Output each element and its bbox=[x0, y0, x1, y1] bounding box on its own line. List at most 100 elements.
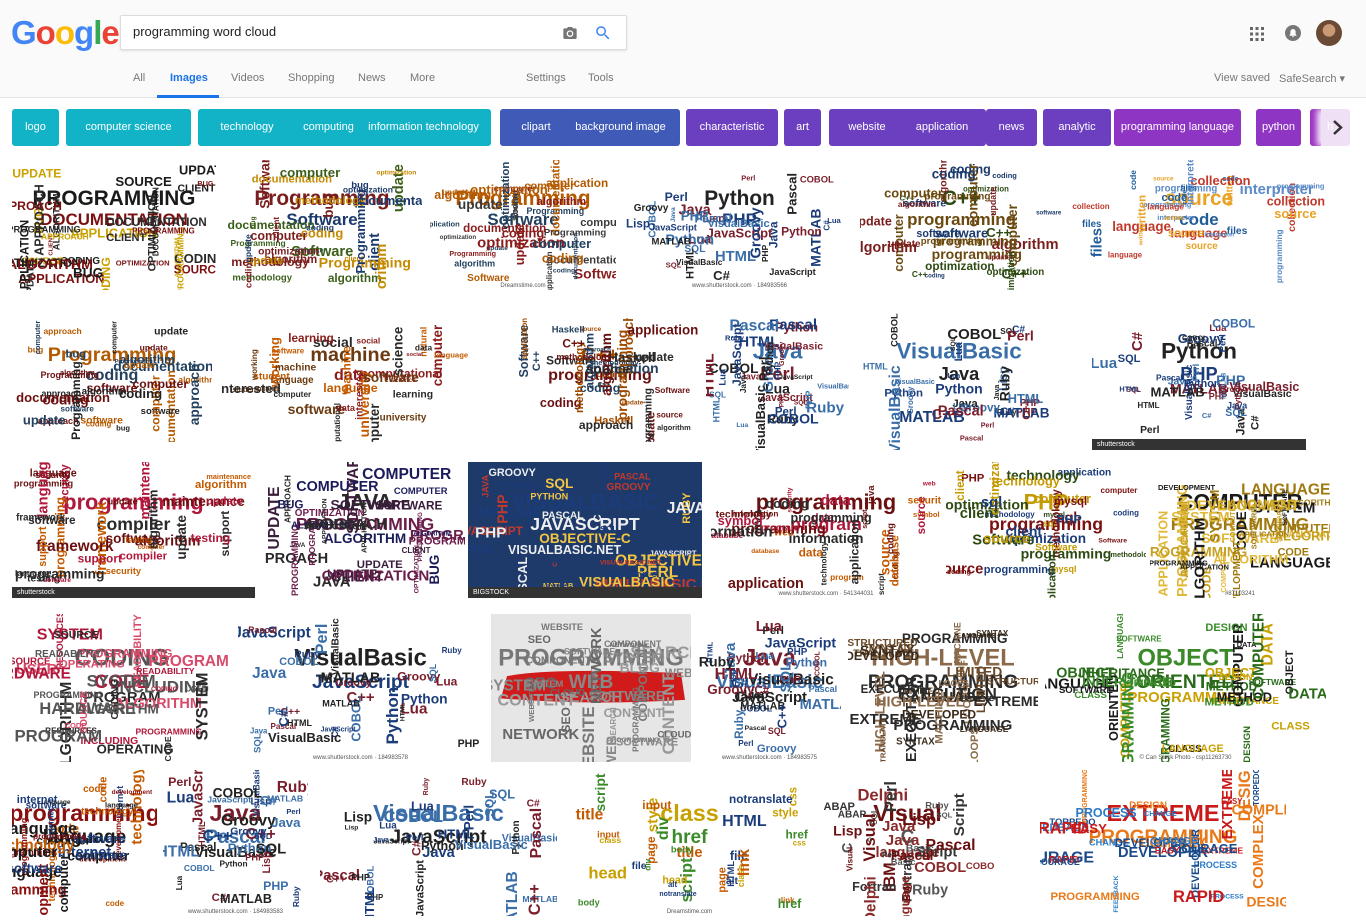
chips-scroll-right-button[interactable] bbox=[1321, 109, 1354, 146]
search-input[interactable] bbox=[133, 24, 533, 39]
word-cloud-word: CLASS bbox=[1271, 721, 1310, 733]
image-result-word-cloud[interactable]: programming compiler software algorithm secu… bbox=[12, 462, 255, 598]
word-cloud-word: DATA bbox=[1288, 686, 1326, 702]
word-cloud-word: Ruby bbox=[806, 400, 845, 417]
word-cloud-word: methodology bbox=[574, 341, 586, 413]
word-cloud-word: Lua bbox=[436, 674, 458, 688]
word-cloud-word: COMPLEX bbox=[1250, 814, 1267, 889]
word-cloud-word: PHP bbox=[778, 393, 785, 407]
image-result-word-cloud[interactable]: VisualBasic JavaScript C++ Java PHP Python Pas… bbox=[238, 614, 483, 762]
tools-link[interactable]: Tools bbox=[588, 72, 614, 84]
word-cloud-word: SQL bbox=[666, 261, 682, 270]
settings-link[interactable]: Settings bbox=[526, 72, 566, 84]
tab-news[interactable]: News bbox=[358, 72, 386, 84]
tab-all[interactable]: All bbox=[133, 72, 145, 84]
chip-background-image[interactable]: background image bbox=[561, 109, 680, 146]
word-cloud-word: Java bbox=[767, 221, 781, 248]
word-cloud-word: written bbox=[1163, 215, 1185, 222]
image-result-word-cloud[interactable]: Python PHP JavaScript Java VisualBasic MATLAB… bbox=[625, 160, 854, 290]
image-result-word-cloud[interactable]: Programming coding software computer algorit… bbox=[12, 318, 212, 442]
notifications-icon[interactable] bbox=[1285, 25, 1301, 41]
chip-art[interactable]: art bbox=[784, 109, 821, 146]
image-result-word-cloud[interactable]: Programming Software coding documentation al… bbox=[222, 160, 422, 290]
word-cloud-word: ALGORITHM bbox=[77, 701, 159, 716]
logo-letter: g bbox=[74, 14, 94, 51]
image-result-word-cloud[interactable]: CODING CODE PROGRAM PROGRAMMING SYSTEM SOURCE… bbox=[12, 614, 232, 762]
word-cloud-word: computer bbox=[133, 377, 189, 391]
word-cloud-word: coding bbox=[553, 267, 575, 274]
related-chips: logo computer science technology computing i… bbox=[12, 109, 1366, 146]
avatar[interactable] bbox=[1316, 20, 1342, 46]
chip-website[interactable]: website bbox=[829, 109, 905, 146]
image-result-word-cloud[interactable]: VISUALBASIC JAVASCRIPT OBJECTIVE-C VISUALBA… bbox=[468, 462, 702, 598]
logo-letter: G bbox=[11, 14, 37, 51]
tab-more[interactable]: More bbox=[410, 72, 435, 84]
image-result-word-cloud[interactable]: PHP programming optimization mysql sql method… bbox=[946, 462, 1146, 598]
chip-news[interactable]: news bbox=[986, 109, 1037, 146]
word-cloud-word: update bbox=[140, 342, 168, 352]
word-cloud-word: computer bbox=[532, 236, 591, 251]
view-saved-link[interactable]: View saved bbox=[1214, 72, 1270, 84]
image-result-word-cloud[interactable]: PROGRAMMING DOCUMENTATION APPLICATION ALGOR… bbox=[12, 160, 216, 290]
image-result-word-cloud[interactable]: C++ programming coding algorithm approach sou… bbox=[500, 318, 700, 442]
image-result-word-cloud[interactable]: programming program information database cod… bbox=[711, 462, 941, 598]
word-cloud-word: algorithm bbox=[537, 196, 586, 208]
image-result-word-cloud[interactable]: OBJECT ORIENTED PROGRAMMING DATA CLASS METHOD… bbox=[1045, 614, 1326, 762]
word-cloud-word: Ruby bbox=[925, 799, 949, 810]
chip-technology[interactable]: technology bbox=[198, 109, 296, 146]
search-icon[interactable] bbox=[594, 24, 612, 42]
safesearch-menu[interactable]: SafeSearch ▾ bbox=[1279, 72, 1345, 85]
word-cloud-word: HTML bbox=[722, 813, 767, 830]
image-result-word-cloud[interactable]: COMPUTER PROGRAMMING SOFTWARE DEVELOPMENT LA… bbox=[1150, 462, 1330, 598]
tab-videos[interactable]: Videos bbox=[231, 72, 264, 84]
image-result-word-cloud[interactable]: ProgrammingSoftwarecodingdocumentationco… bbox=[430, 160, 616, 290]
chip-application[interactable]: application bbox=[898, 109, 986, 146]
image-result-word-cloud[interactable]: VisualBasicJavaScriptJavaPascalMATLABPyt… bbox=[320, 770, 557, 916]
word-cloud-word: update bbox=[458, 197, 503, 212]
image-result-word-cloud[interactable]: VisualBasic Java Python PHP Lisp Ruby C# C++ HTM… bbox=[855, 310, 1063, 450]
image-result-word-cloud[interactable]: PROGRAMMING WEB SEARCH NETWORK COMPONENT SOFT… bbox=[491, 614, 691, 762]
word-cloud-word: Groovy bbox=[906, 386, 915, 414]
image-result-word-cloud[interactable]: Visual Clanguage Script IBM Basic Java Perl Pas… bbox=[820, 770, 995, 916]
image-result-word-cloud[interactable]: machine data language computer software socia… bbox=[222, 318, 479, 442]
word-cloud-word: source bbox=[1168, 228, 1204, 240]
chip-characteristic[interactable]: characteristic bbox=[686, 109, 778, 146]
image-result-word-cloud[interactable]: class href title HTML style script page file css… bbox=[566, 770, 813, 916]
chip-programming-language[interactable]: programming language bbox=[1114, 109, 1241, 146]
word-cloud-word: PYTHON bbox=[601, 462, 610, 491]
image-result-word-cloud[interactable]: Python PHP MATLAB Java VisualBasic SQL C# Perl P… bbox=[1092, 310, 1306, 450]
word-cloud-word: EXTREME bbox=[959, 694, 994, 703]
word-cloud-graphic: ProgrammingSoftwarecodingdocumentational… bbox=[228, 160, 422, 290]
chip-logo[interactable]: logo bbox=[12, 109, 59, 146]
word-cloud-word: HIGH-LEVEL bbox=[876, 695, 964, 711]
word-cloud-word: Lua bbox=[953, 341, 965, 361]
word-cloud-word: software bbox=[12, 861, 62, 876]
apps-grid-icon[interactable] bbox=[1250, 27, 1264, 41]
word-cloud-word: collection bbox=[1267, 194, 1325, 208]
word-cloud-word: sql bbox=[981, 495, 1002, 511]
image-result-word-cloud[interactable]: JAVA PROGRAMMING ALGORITHM SOFTWARE APPLICAT… bbox=[265, 462, 465, 598]
chip-python[interactable]: python bbox=[1256, 109, 1301, 146]
word-cloud-word: HTML bbox=[362, 887, 377, 916]
chip-analytic[interactable]: analytic bbox=[1043, 109, 1111, 146]
search-box[interactable] bbox=[120, 15, 627, 50]
word-cloud-word: Perl bbox=[406, 832, 424, 843]
word-cloud-word: C++ bbox=[531, 351, 543, 371]
chip-computer-science[interactable]: computer science bbox=[66, 109, 191, 146]
tab-shopping[interactable]: Shopping bbox=[288, 72, 335, 84]
word-cloud-word: C# bbox=[527, 798, 540, 809]
image-result-word-cloud[interactable]: EXTREME PROGRAMMING DEVELOPER CHANGE EASY COM… bbox=[1040, 770, 1286, 916]
image-result-word-cloud[interactable]: HIGH-LEVEL PROGRAMMING LANGUAGE LIMITED LOOP… bbox=[848, 614, 1038, 762]
tab-images[interactable]: Images bbox=[170, 72, 208, 84]
google-logo[interactable]: Google bbox=[11, 14, 120, 52]
word-cloud-word: GROOVY bbox=[488, 467, 536, 479]
word-cloud-word: update bbox=[154, 326, 188, 337]
chip-information-technology[interactable]: information technology bbox=[356, 109, 491, 146]
image-result-word-cloud[interactable]: programming language internet code developme… bbox=[12, 770, 157, 916]
image-result-word-cloud[interactable]: Java Pascal VisualBasic C++ PHP Python SQL Perl… bbox=[163, 770, 308, 916]
image-result-word-cloud[interactable]: source code language programming written file… bbox=[1072, 160, 1326, 290]
image-result-word-cloud[interactable]: C++ programming software algorithm optimizat… bbox=[860, 160, 1063, 290]
image-result-word-cloud[interactable]: JavaPerlLuaPHPVisualBasicJavaScriptRubyH… bbox=[706, 310, 849, 450]
camera-icon[interactable] bbox=[562, 25, 578, 41]
image-result-word-cloud[interactable]: JavaVisualBasicJavaScriptPHPPythonMATLAB… bbox=[698, 614, 841, 762]
